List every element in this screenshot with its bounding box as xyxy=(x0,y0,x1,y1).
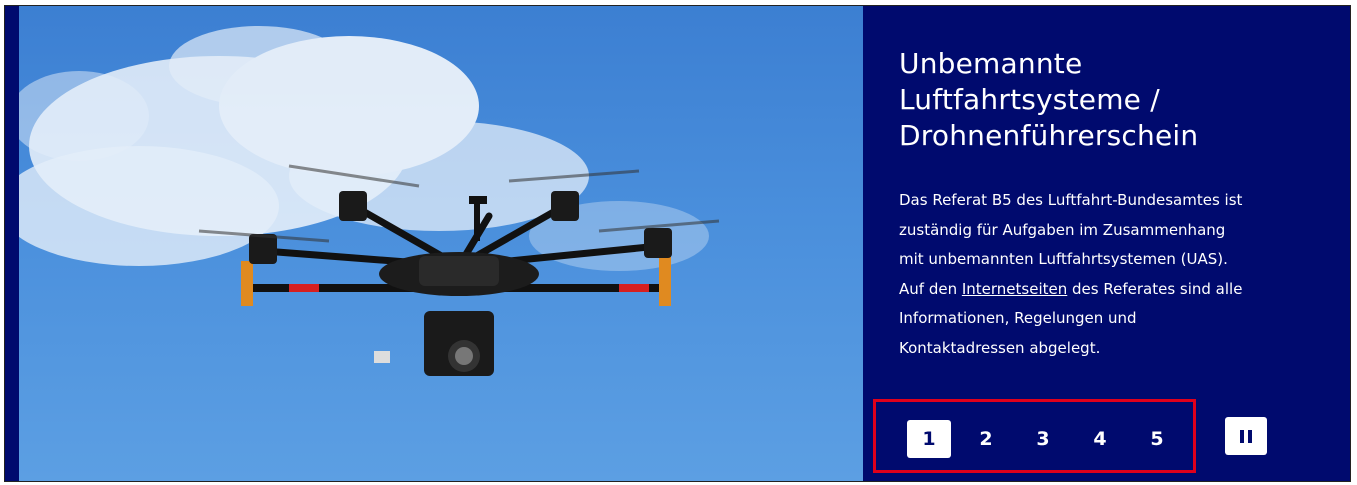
slide-pager: 1 2 3 4 5 xyxy=(873,399,1196,473)
description-line: mit unbemannten Luftfahrtsystemen (UAS). xyxy=(899,250,1228,268)
description-text: Auf den xyxy=(899,279,958,298)
description-line: Informationen, Regelungen und xyxy=(899,309,1137,327)
description-line: Das Referat B5 des Luftfahrt-Bundesamtes… xyxy=(899,191,1243,209)
slide-title-line: Unbemannte xyxy=(899,47,1083,80)
slide-description: Das Referat B5 des Luftfahrt-Bundesamtes… xyxy=(899,186,1319,363)
drone-photo xyxy=(19,26,720,376)
page-button-5[interactable]: 5 xyxy=(1135,420,1179,458)
left-edge-strip xyxy=(5,6,19,481)
description-line: Kontaktadressen abgelegt. xyxy=(899,338,1101,357)
slide-title-line: Luftfahrtsysteme / xyxy=(899,83,1160,116)
slide-image xyxy=(19,6,863,481)
page-button-3[interactable]: 3 xyxy=(1021,420,1065,458)
page-button-4[interactable]: 4 xyxy=(1078,420,1122,458)
slide-caption-panel: Unbemannte Luftfahrtsysteme / Drohnenfüh… xyxy=(863,6,1350,481)
camera xyxy=(374,311,494,376)
slide-title-line: Drohnenführerschein xyxy=(899,119,1199,152)
slide-title: Unbemannte Luftfahrtsysteme / Drohnenfüh… xyxy=(899,46,1319,154)
pause-icon xyxy=(1240,429,1244,443)
carousel: Unbemannte Luftfahrtsysteme / Drohnenfüh… xyxy=(4,5,1351,482)
description-text: des Referates sind alle xyxy=(1072,279,1243,298)
page-button-1[interactable]: 1 xyxy=(907,420,951,458)
page-button-2[interactable]: 2 xyxy=(964,420,1008,458)
pause-button[interactable] xyxy=(1225,417,1267,455)
internetseiten-link[interactable]: Internetseiten xyxy=(962,280,1067,298)
clouds xyxy=(19,26,709,271)
pause-icon xyxy=(1248,429,1252,443)
description-line: zuständig für Aufgaben im Zusammenhang xyxy=(899,220,1226,239)
